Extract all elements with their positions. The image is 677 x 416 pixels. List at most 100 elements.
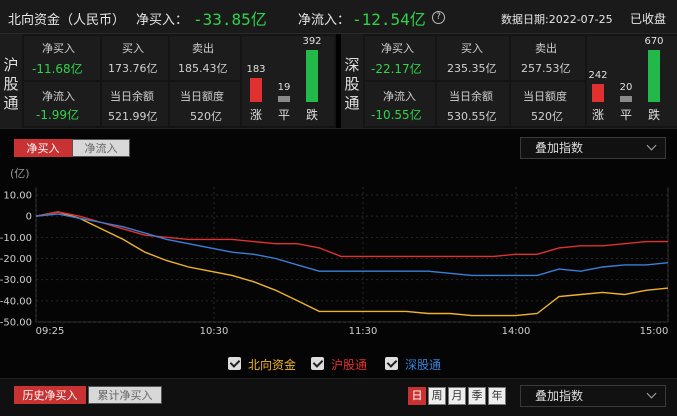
bottom-toolbar: 历史净买入 累计净买入 日 周 月 季 年 叠加指数: [0, 378, 677, 416]
sz-buy-cell: 买入 235.35亿: [437, 36, 509, 80]
sh-sell-label: 卖出: [192, 42, 214, 55]
sh-balance-value: 521.99亿: [108, 110, 158, 123]
header-bar: 北向资金（人民币） 净买入： -33.85亿 净流入： -12.54亿 ? 数据…: [0, 0, 677, 34]
sz-sell-value: 257.53亿: [521, 62, 571, 75]
x-tick-label: 10:30: [200, 326, 229, 337]
sz-net-buy-value: -22.17亿: [371, 62, 422, 76]
bottom-overlay-index-label: 叠加指数: [535, 389, 584, 403]
checkbox-icon[interactable]: [385, 357, 398, 370]
sz-net-inflow-cell: 净流入 -10.55亿: [365, 82, 435, 126]
sh-down-label: 跌: [305, 108, 318, 122]
legend-northbound-label: 北向资金: [248, 358, 297, 372]
sh-balance-label: 当日余额: [110, 90, 154, 103]
net-inflow-value: -12.54亿: [352, 10, 426, 29]
series-line-1: [35, 211, 668, 258]
sh-breadth-bars: 183 涨 19 平 392 跌: [242, 36, 334, 126]
sh-up-label: 涨: [249, 108, 262, 122]
sh-quota-value: 520亿: [190, 110, 222, 123]
sz-quota-label: 当日额度: [523, 90, 567, 103]
period-year[interactable]: 年: [488, 387, 506, 405]
y-tick-label: 10.00: [3, 191, 32, 202]
sh-sell-value: 185.43亿: [178, 62, 228, 75]
sz-up-count: 242: [588, 70, 608, 81]
net-buy-value: -33.85亿: [193, 10, 267, 29]
data-date: 数据日期:2022-07-25: [501, 13, 613, 26]
sh-sell-cell: 卖出 185.43亿: [170, 36, 240, 80]
period-month[interactable]: 月: [448, 387, 466, 405]
y-tick-label: 0: [26, 212, 32, 223]
sh-net-buy-label: 净买入: [42, 42, 75, 55]
y-tick-label: -40.00: [0, 296, 32, 307]
sz-down-count: 670: [644, 36, 664, 47]
shanghai-panel: 沪股通 净买入 -11.68亿 买入 173.76亿 卖出 185.43亿 净流…: [0, 34, 336, 128]
sz-flat-count: 20: [619, 82, 633, 93]
checkbox-icon[interactable]: [228, 357, 241, 370]
help-icon[interactable]: ?: [432, 11, 445, 24]
sh-buy-cell: 买入 173.76亿: [102, 36, 168, 80]
y-tick-label: -30.00: [0, 275, 32, 286]
chevron-down-icon: [646, 388, 657, 399]
sh-down-bar: [306, 50, 318, 102]
sz-quota-value: 520亿: [531, 110, 563, 123]
sz-net-inflow-label: 净流入: [383, 90, 416, 103]
sz-down-label: 跌: [647, 108, 660, 122]
sz-up-bar: [592, 84, 604, 102]
shanghai-label: 沪股通: [0, 34, 22, 128]
y-tick-label: -50.00: [0, 318, 32, 329]
series-line-2: [35, 213, 669, 277]
chart-axis: [35, 187, 669, 323]
sz-sell-cell: 卖出 257.53亿: [511, 36, 585, 80]
y-tick-label: -10.00: [0, 233, 32, 244]
sz-flat-label: 平: [619, 108, 632, 122]
line-chart: 10.00 0 -10.00 -20.00 -30.00 -40.00 -50.00 09:2…: [0, 187, 669, 337]
sz-breadth-bars: 242 涨 20 平 670 跌: [587, 36, 677, 126]
shenzhen-panel: 深股通 净买入 -22.17亿 买入 235.35亿 卖出 257.53亿 净流…: [341, 34, 677, 128]
sh-net-inflow-label: 净流入: [42, 90, 75, 103]
sh-net-buy-cell: 净买入 -11.68亿: [24, 36, 100, 80]
series-line-0: [35, 211, 669, 317]
sh-net-inflow-cell: 净流入 -1.99亿: [24, 82, 100, 126]
sh-balance-cell: 当日余额 521.99亿: [102, 82, 168, 126]
sz-balance-cell: 当日余额 530.55亿: [437, 82, 509, 126]
bottom-overlay-index-dropdown[interactable]: 叠加指数: [520, 385, 666, 407]
sh-buy-label: 买入: [122, 42, 144, 55]
sh-net-inflow-value: -1.99亿: [36, 108, 80, 122]
checkbox-icon[interactable]: [311, 357, 324, 370]
x-tick-label: 11:30: [349, 326, 378, 337]
period-day[interactable]: 日: [408, 387, 426, 405]
sh-quota-label: 当日额度: [180, 90, 224, 103]
sz-sell-label: 卖出: [535, 42, 557, 55]
net-buy-label: 净买入：: [136, 13, 189, 28]
period-week[interactable]: 周: [428, 387, 446, 405]
x-tick-label: 15:00: [640, 326, 669, 337]
sz-quota-cell: 当日额度 520亿: [511, 82, 585, 126]
sz-net-buy-label: 净买入: [381, 42, 414, 55]
sz-balance-label: 当日余额: [449, 90, 493, 103]
shenzhen-label: 深股通: [341, 34, 363, 128]
x-tick-label: 09:25: [36, 326, 65, 337]
sz-balance-value: 530.55亿: [447, 110, 497, 123]
legend-shenzhen-label: 深股通: [405, 358, 442, 372]
sh-buy-value: 173.76亿: [108, 62, 158, 75]
sh-down-count: 392: [302, 36, 322, 47]
y-tick-label: -20.00: [0, 254, 32, 265]
sh-flat-count: 19: [277, 82, 291, 93]
sz-net-inflow-value: -10.55亿: [371, 108, 422, 122]
period-quarter[interactable]: 季: [468, 387, 486, 405]
tab-history-net-buy[interactable]: 历史净买入: [14, 386, 86, 404]
x-tick-label: 14:00: [502, 326, 531, 337]
legend-shanghai-label: 沪股通: [331, 358, 368, 372]
page-title: 北向资金（人民币）: [8, 13, 126, 28]
market-status: 已收盘: [630, 12, 667, 26]
tab-cumulative-net-buy[interactable]: 累计净买入: [88, 386, 162, 404]
sh-flat-bar: [278, 96, 290, 102]
sz-buy-label: 买入: [461, 42, 483, 55]
sz-buy-value: 235.35亿: [447, 62, 497, 75]
sh-up-count: 183: [246, 64, 266, 75]
sz-flat-bar: [620, 96, 632, 102]
sh-flat-label: 平: [277, 108, 290, 122]
sz-up-label: 涨: [591, 108, 604, 122]
net-inflow-label: 净流入：: [298, 13, 351, 28]
sh-up-bar: [250, 78, 262, 102]
intraday-chart-section: 净买入 净流入 叠加指数 (亿) 10.00 0 -10.00 -20.00 -30.0…: [0, 128, 677, 378]
